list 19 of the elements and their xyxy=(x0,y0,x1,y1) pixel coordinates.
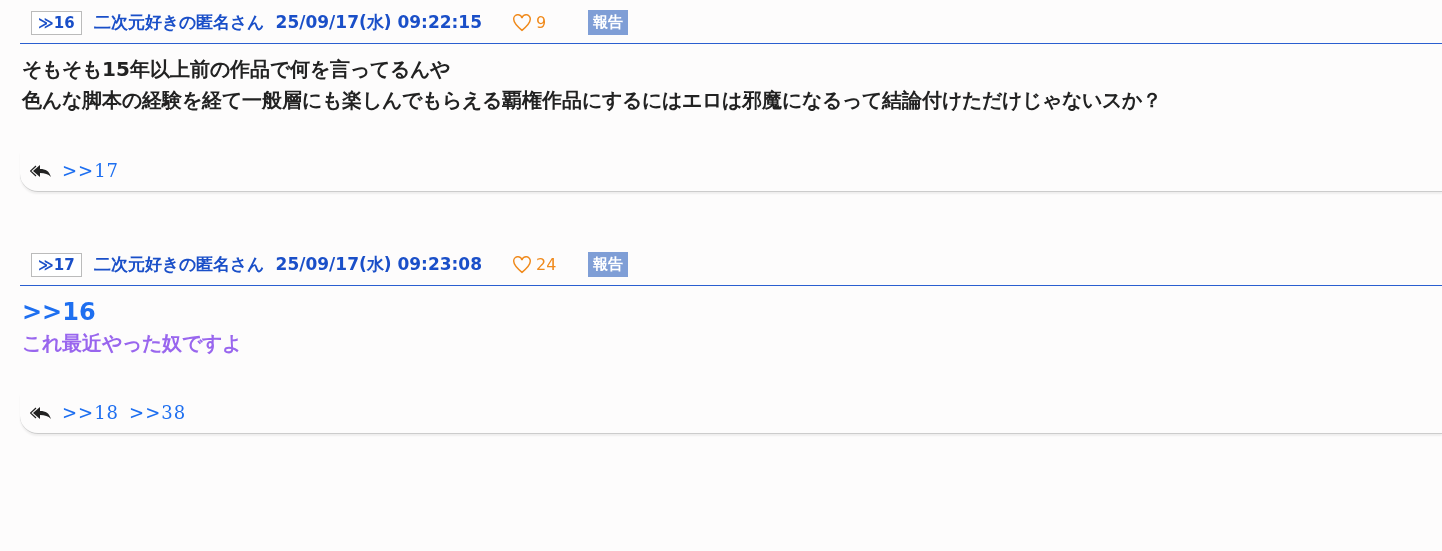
post-text: そもそも15年以上前の作品で何を言ってるんや xyxy=(22,56,451,83)
post-date: 25/09/17(水) 09:23:08 xyxy=(275,253,482,276)
like-count: 24 xyxy=(536,255,557,274)
quote-link[interactable]: >>16 xyxy=(22,298,1442,326)
post-date: 25/09/17(水) 09:22:15 xyxy=(275,11,482,34)
reply-icon[interactable] xyxy=(30,405,52,420)
reply-link[interactable]: >>17 xyxy=(62,160,120,181)
reply-link[interactable]: >>18 xyxy=(62,402,120,423)
reply-icon[interactable] xyxy=(30,163,52,178)
post-number[interactable]: ≫16 xyxy=(31,10,82,35)
like-count: 9 xyxy=(536,13,547,32)
report-button[interactable]: 報告 xyxy=(588,10,628,35)
post-number[interactable]: ≫17 xyxy=(31,252,82,277)
post-text: 色んな脚本の経験を経て一般層にも楽しんでもらえる覇権作品にするにはエロは邪魔になるって結論付けただけじゃないスか？ xyxy=(22,87,1163,114)
author-name: 二次元好きの匿名さん xyxy=(93,11,264,34)
post-text: これ最近やった奴ですよ xyxy=(22,330,243,357)
author-name: 二次元好きの匿名さん xyxy=(93,253,264,276)
reply-link[interactable]: >>38 xyxy=(129,402,187,423)
report-button[interactable]: 報告 xyxy=(588,252,628,277)
